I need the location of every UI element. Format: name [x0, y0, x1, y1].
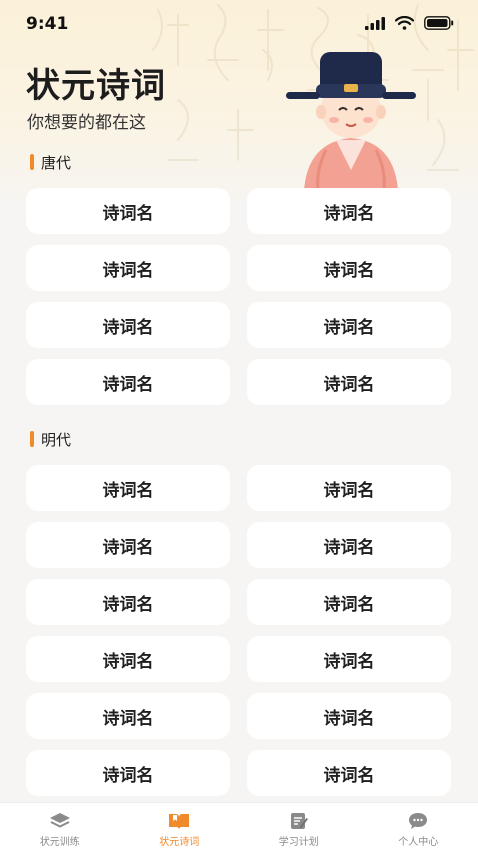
tab-study-plan[interactable]: 学习计划	[239, 803, 359, 850]
poem-card[interactable]: 诗词名	[26, 522, 230, 568]
cellular-signal-icon	[365, 16, 385, 30]
section-accent-bar	[30, 431, 34, 447]
section-title: 明代	[41, 430, 72, 449]
poem-card[interactable]: 诗词名	[247, 245, 451, 291]
poem-card[interactable]: 诗词名	[26, 302, 230, 348]
scholar-mascot-illustration	[286, 52, 416, 190]
layers-icon	[49, 813, 70, 828]
poem-card[interactable]: 诗词名	[247, 522, 451, 568]
poem-card[interactable]: 诗词名	[26, 579, 230, 625]
tab-label: 学习计划	[278, 837, 319, 848]
tab-label: 个人中心	[398, 837, 439, 848]
notepad-pen-icon	[290, 813, 308, 829]
page-title: 状元诗词	[26, 66, 166, 106]
tab-training[interactable]: 状元训练	[0, 803, 120, 850]
poem-grid-ming: 诗词名 诗词名 诗词名 诗词名 诗词名 诗词名 诗词名 诗词名 诗词名 诗词名 …	[26, 465, 452, 796]
page-subtitle: 你想要的都在这	[27, 113, 146, 133]
poem-card[interactable]: 诗词名	[26, 636, 230, 682]
poem-card[interactable]: 诗词名	[247, 579, 451, 625]
tab-poems[interactable]: 状元诗词	[120, 803, 240, 850]
tab-label: 状元训练	[39, 837, 80, 848]
book-icon	[169, 814, 190, 829]
tab-label: 状元诗词	[159, 837, 200, 848]
poem-card[interactable]: 诗词名	[247, 188, 451, 234]
poem-card[interactable]: 诗词名	[26, 750, 230, 796]
poem-card[interactable]: 诗词名	[247, 636, 451, 682]
section-header-ming: 明代	[30, 429, 71, 449]
section-title: 唐代	[41, 153, 72, 172]
chat-bubble-icon	[409, 813, 428, 829]
poem-card[interactable]: 诗词名	[26, 245, 230, 291]
battery-icon	[424, 16, 454, 30]
poem-card[interactable]: 诗词名	[247, 750, 451, 796]
poem-card[interactable]: 诗词名	[26, 465, 230, 511]
poem-card[interactable]: 诗词名	[247, 302, 451, 348]
section-header-tang: 唐代	[30, 152, 71, 172]
status-time: 9:41	[26, 14, 69, 34]
poem-card[interactable]: 诗词名	[247, 465, 451, 511]
poem-card[interactable]: 诗词名	[26, 188, 230, 234]
tab-profile[interactable]: 个人中心	[359, 803, 478, 850]
bottom-tab-bar: 状元训练 状元诗词 学习计划 个人中心	[0, 802, 478, 850]
poem-grid-tang: 诗词名 诗词名 诗词名 诗词名 诗词名 诗词名 诗词名 诗词名	[26, 188, 452, 405]
section-accent-bar	[30, 154, 34, 170]
wifi-icon	[395, 16, 414, 30]
poem-card[interactable]: 诗词名	[247, 693, 451, 739]
poem-card[interactable]: 诗词名	[247, 359, 451, 405]
poem-card[interactable]: 诗词名	[26, 693, 230, 739]
poem-card[interactable]: 诗词名	[26, 359, 230, 405]
